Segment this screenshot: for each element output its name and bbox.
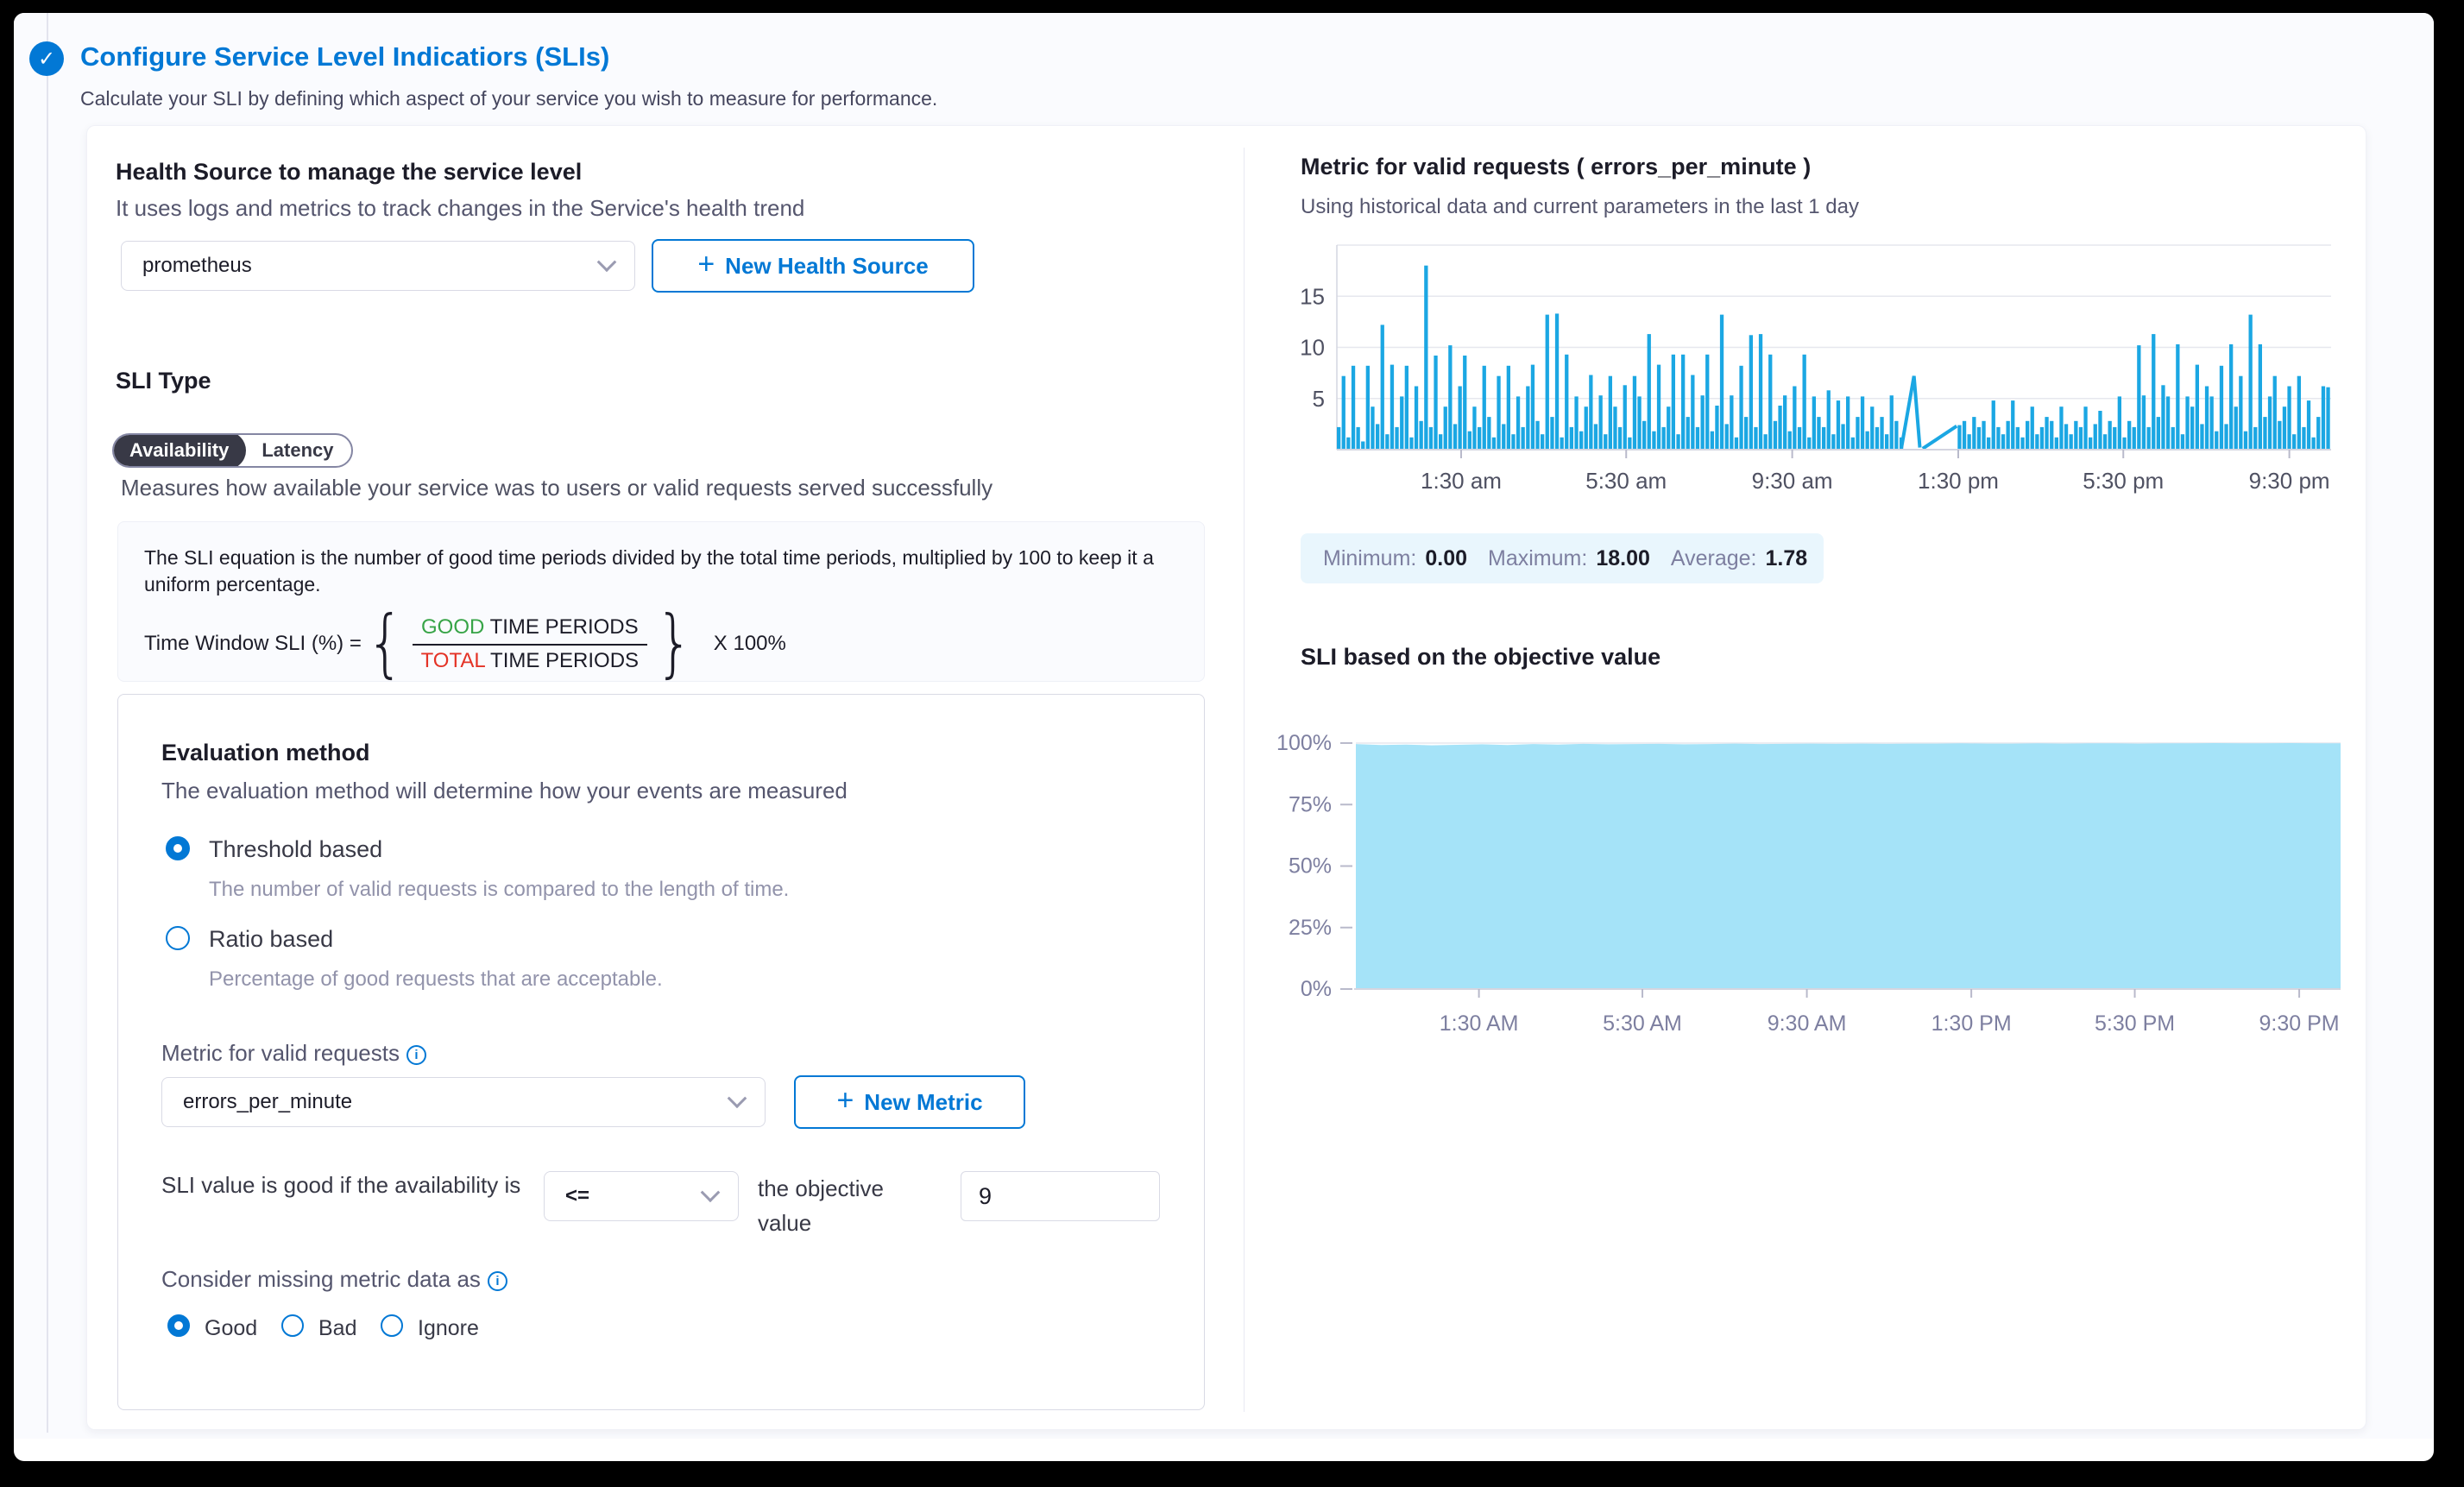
radio-ratio-description: Percentage of good requests that are acc…	[209, 967, 663, 992]
new-metric-button[interactable]: + New Metric	[794, 1075, 1025, 1129]
sli-type-toggle: Availability Latency	[112, 433, 353, 468]
svg-text:0%: 0%	[1301, 977, 1332, 1001]
sli-area-chart[interactable]: 0% 25% 50% 75% 100% 1:30 AM 5:30 AM 9:30 AM 1:30…	[1270, 683, 2383, 1054]
metric-valid-requests-label: Metric for valid requestsi	[161, 1040, 426, 1067]
average-label: Average:	[1671, 546, 1757, 571]
minimum-value: 0.00	[1425, 546, 1467, 571]
svg-text:100%: 100%	[1276, 731, 1332, 755]
sli-equation-box: The SLI equation is the number of good t…	[117, 521, 1205, 682]
sli-type-heading: SLI Type	[116, 368, 211, 394]
svg-text:9:30 am: 9:30 am	[1752, 468, 1833, 494]
health-source-select[interactable]: prometheus	[121, 241, 635, 291]
svg-text:50%: 50%	[1289, 854, 1332, 879]
chevron-down-icon	[728, 1088, 747, 1108]
operator-selected-value: <=	[565, 1184, 589, 1208]
svg-text:10: 10	[1300, 335, 1325, 361]
chevron-down-icon	[701, 1182, 721, 1202]
equation-rhs: X 100%	[714, 632, 786, 656]
right-brace: }	[656, 610, 694, 677]
info-icon[interactable]: i	[488, 1271, 507, 1291]
maximum-value: 18.00	[1596, 546, 1650, 571]
screenshot-frame: ✓ Configure Service Level Indicatiors (S…	[0, 0, 2464, 1487]
equation-denominator-rest: TIME PERIODS	[485, 649, 639, 672]
health-source-heading: Health Source to manage the service leve…	[116, 159, 582, 186]
check-circle-icon: ✓	[29, 41, 64, 76]
svg-text:1:30 PM: 1:30 PM	[1931, 1011, 2012, 1036]
svg-text:1:30 am: 1:30 am	[1421, 468, 1502, 494]
page-title: Configure Service Level Indicatiors (SLI…	[80, 41, 609, 72]
new-health-source-label: New Health Source	[725, 253, 929, 280]
sli-config-card: Health Source to manage the service leve…	[86, 125, 2366, 1430]
equation-good-term: GOOD	[421, 615, 484, 639]
page-subtitle: Calculate your SLI by defining which asp…	[80, 87, 937, 110]
app-viewport: ✓ Configure Service Level Indicatiors (S…	[14, 13, 2434, 1461]
chevron-down-icon	[597, 252, 617, 272]
svg-text:5:30 am: 5:30 am	[1585, 468, 1667, 494]
plus-icon: +	[697, 249, 715, 279]
radio-threshold-based[interactable]	[166, 836, 190, 860]
svg-text:5:30 AM: 5:30 AM	[1603, 1011, 1682, 1036]
radio-ratio-based[interactable]	[166, 926, 190, 950]
stepper-line	[47, 13, 48, 1433]
new-metric-label: New Metric	[864, 1089, 982, 1116]
svg-text:9:30 PM: 9:30 PM	[2259, 1011, 2340, 1036]
minimum-label: Minimum:	[1323, 546, 1416, 571]
left-brace: {	[366, 610, 404, 677]
equation-numerator-rest: TIME PERIODS	[484, 615, 638, 639]
svg-text:5: 5	[1313, 386, 1325, 412]
objective-value-input[interactable]	[961, 1171, 1160, 1221]
evaluation-heading: Evaluation method	[161, 740, 370, 766]
svg-text:5:30 pm: 5:30 pm	[2083, 468, 2164, 494]
svg-text:1:30 pm: 1:30 pm	[1918, 468, 1999, 494]
info-icon[interactable]: i	[406, 1045, 426, 1065]
svg-text:9:30 AM: 9:30 AM	[1768, 1011, 1847, 1036]
objective-middle-text: the objective value	[758, 1171, 922, 1241]
radio-missing-good[interactable]	[167, 1314, 190, 1337]
radio-missing-bad-label: Bad	[318, 1316, 356, 1341]
evaluation-description: The evaluation method will determine how…	[161, 778, 848, 804]
health-source-description: It uses logs and metrics to track change…	[116, 195, 804, 222]
metric-bar-chart[interactable]: 5 10 15 1:30 am 5:30 am 9:30 am 1:30 pm 5:30 pm…	[1270, 230, 2348, 514]
health-source-selected-value: prometheus	[142, 254, 252, 278]
radio-missing-ignore[interactable]	[381, 1314, 403, 1337]
sli-chart-title: SLI based on the objective value	[1301, 644, 1661, 671]
maximum-label: Maximum:	[1488, 546, 1587, 571]
evaluation-method-card: Evaluation method The evaluation method …	[117, 694, 1205, 1410]
metric-selected-value: errors_per_minute	[183, 1090, 352, 1114]
new-health-source-button[interactable]: + New Health Source	[652, 239, 974, 293]
radio-threshold-label: Threshold based	[209, 836, 382, 863]
toggle-option-latency[interactable]: Latency	[244, 433, 350, 468]
equation-lhs: Time Window SLI (%) =	[144, 632, 362, 656]
objective-prefix-text: SLI value is good if the availability is	[161, 1168, 533, 1202]
metric-chart-title: Metric for valid requests ( errors_per_m…	[1301, 154, 1811, 180]
radio-threshold-description: The number of valid requests is compared…	[209, 878, 789, 902]
svg-text:1:30 AM: 1:30 AM	[1440, 1011, 1519, 1036]
plus-icon: +	[836, 1086, 854, 1115]
metric-select[interactable]: errors_per_minute	[161, 1077, 766, 1127]
sli-equation-formula: Time Window SLI (%) = { GOOD TIME PERIOD…	[144, 610, 1178, 677]
equation-fraction: GOOD TIME PERIODS TOTAL TIME PERIODS	[413, 614, 648, 673]
radio-missing-bad[interactable]	[281, 1314, 304, 1337]
radio-ratio-label: Ratio based	[209, 926, 333, 953]
page-background: ✓ Configure Service Level Indicatiors (S…	[14, 13, 2434, 1439]
radio-missing-ignore-label: Ignore	[418, 1316, 479, 1341]
svg-text:9:30 pm: 9:30 pm	[2249, 468, 2330, 494]
metric-stats-bar: Minimum: 0.00 Maximum: 18.00 Average: 1.…	[1301, 533, 1824, 583]
average-value: 1.78	[1765, 546, 1807, 571]
svg-text:5:30 PM: 5:30 PM	[2095, 1011, 2175, 1036]
sli-type-description: Measures how available your service was …	[121, 475, 993, 501]
toggle-option-availability[interactable]: Availability	[112, 433, 246, 468]
svg-text:15: 15	[1300, 283, 1325, 309]
sli-equation-text: The SLI equation is the number of good t…	[144, 545, 1171, 598]
equation-total-term: TOTAL	[421, 649, 485, 672]
panel-divider	[1244, 148, 1245, 1412]
missing-data-label: Consider missing metric data asi	[161, 1266, 507, 1293]
svg-text:25%: 25%	[1289, 916, 1332, 940]
svg-text:75%: 75%	[1289, 792, 1332, 816]
metric-chart-subtitle: Using historical data and current parame…	[1301, 195, 1859, 219]
radio-missing-good-label: Good	[205, 1316, 257, 1341]
operator-select[interactable]: <=	[544, 1171, 739, 1221]
